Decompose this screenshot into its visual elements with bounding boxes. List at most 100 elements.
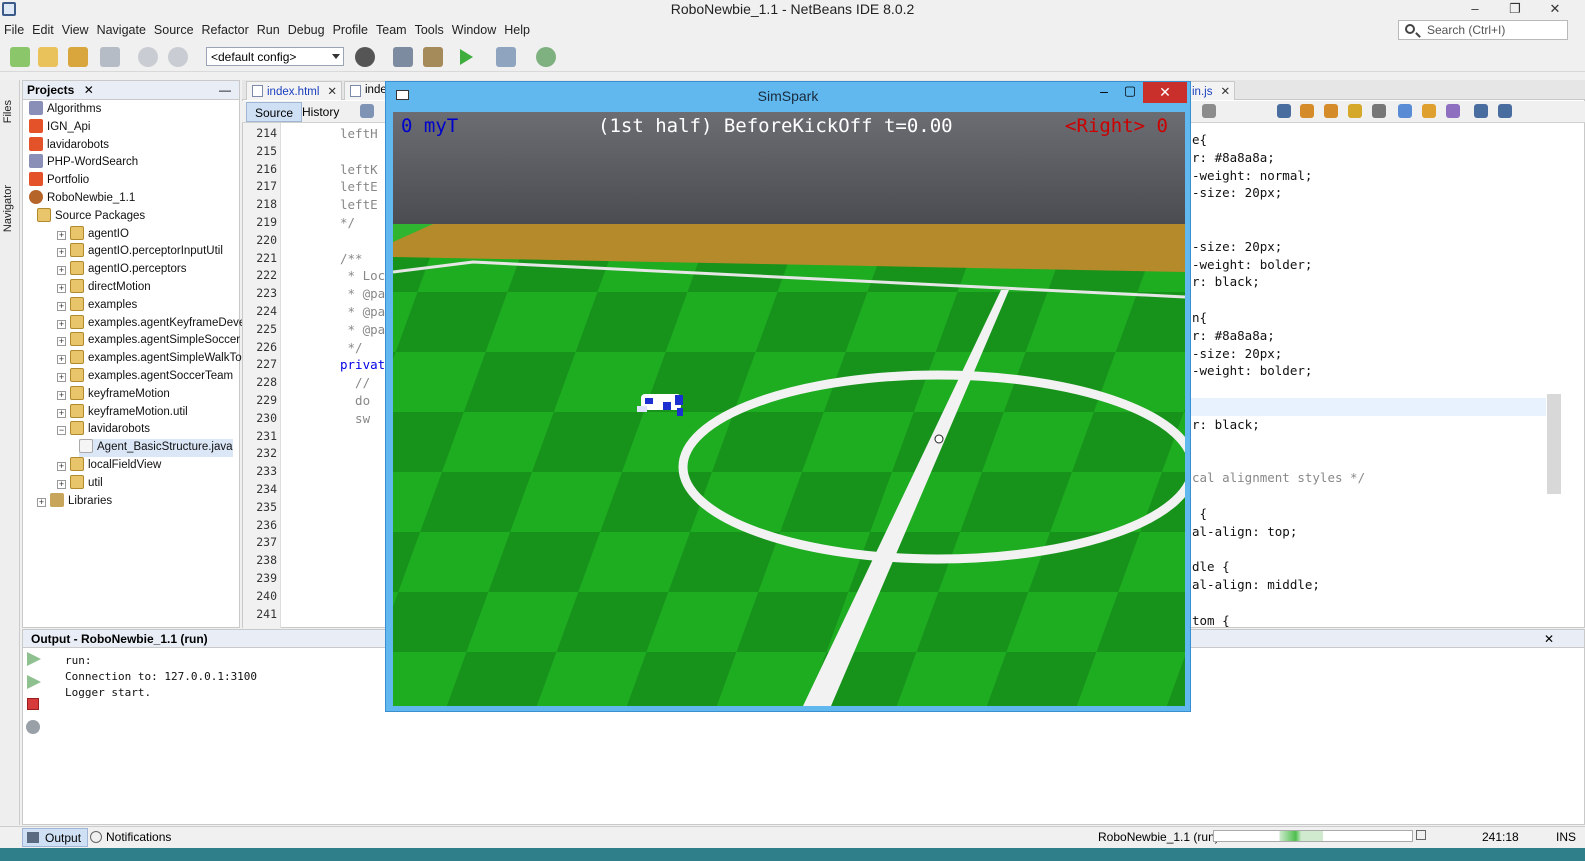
navigator-vertical-tab[interactable]: Navigator <box>2 185 14 232</box>
menu-edit[interactable]: Edit <box>28 20 58 37</box>
menu-navigate[interactable]: Navigate <box>93 20 150 37</box>
menu-tools[interactable]: Tools <box>411 20 448 37</box>
next-occurrence-icon[interactable] <box>1324 104 1338 118</box>
minimize-button[interactable]: – <box>1460 0 1490 20</box>
code-line[interactable]: al-align: top; <box>1192 524 1297 539</box>
tree-item[interactable]: RoboNewbie_1.1 <box>29 190 135 208</box>
history-tab[interactable]: History <box>294 102 347 122</box>
restore-button[interactable]: ❐ <box>1500 0 1530 20</box>
expand-toggle-icon[interactable]: + <box>57 337 66 347</box>
stop-icon[interactable] <box>27 698 39 710</box>
tree-item[interactable]: + agentIO <box>57 225 129 244</box>
expand-toggle-icon[interactable]: + <box>57 390 66 400</box>
code-line[interactable]: cal alignment styles */ <box>1192 470 1365 485</box>
projects-title[interactable]: Projects <box>27 83 74 97</box>
tree-item[interactable]: + keyframeMotion <box>57 385 170 404</box>
rerun-icon[interactable] <box>27 652 41 666</box>
settings-icon[interactable] <box>26 720 40 734</box>
close-button[interactable]: ✕ <box>1540 0 1570 20</box>
expand-toggle-icon[interactable]: + <box>57 479 66 489</box>
expand-toggle-icon[interactable]: + <box>37 497 46 507</box>
close-icon[interactable]: ✕ <box>1220 86 1230 98</box>
code-line[interactable]: dle { <box>1192 559 1230 574</box>
prev-occurrence-icon[interactable] <box>1300 104 1314 118</box>
menu-help[interactable]: Help <box>500 20 534 37</box>
tree-item[interactable]: + directMotion <box>57 279 151 297</box>
code-line[interactable]: r: black; <box>1192 417 1260 432</box>
expand-toggle-icon[interactable]: + <box>57 230 66 240</box>
shift-right-icon[interactable] <box>1498 104 1512 118</box>
menu-profile[interactable]: Profile <box>329 20 372 37</box>
tree-item[interactable]: Agent_BasicStructure.java <box>79 439 233 458</box>
code-line[interactable]: privat <box>340 357 385 372</box>
expand-toggle-icon[interactable]: + <box>57 266 66 276</box>
next-bookmark-icon[interactable] <box>1422 104 1436 118</box>
code-line[interactable]: * @pa <box>340 286 386 301</box>
expand-toggle-icon[interactable]: + <box>57 284 66 293</box>
code-line[interactable]: n{ <box>1192 310 1207 325</box>
output-status-tab[interactable]: Output <box>22 828 89 847</box>
expand-toggle-icon[interactable]: + <box>57 355 66 365</box>
expand-toggle-icon[interactable]: + <box>57 373 66 382</box>
tree-item[interactable]: + agentIO.perceptors <box>57 261 186 279</box>
code-line[interactable]: leftE <box>340 197 378 212</box>
tree-item[interactable]: + examples <box>57 296 137 315</box>
toggle-icon[interactable] <box>1202 104 1216 118</box>
shift-left-icon[interactable] <box>1474 104 1488 118</box>
simspark-minimize-button[interactable]: – <box>1092 82 1116 102</box>
cancel-task-icon[interactable] <box>1416 830 1426 840</box>
menu-file[interactable]: File <box>0 20 28 37</box>
expand-toggle-icon[interactable]: + <box>57 319 66 329</box>
search-input[interactable]: Search (Ctrl+I) <box>1398 20 1568 40</box>
code-line[interactable]: r: black; <box>1192 274 1260 289</box>
undo-icon[interactable] <box>138 47 158 67</box>
expand-toggle-icon[interactable]: + <box>57 301 66 311</box>
code-line[interactable]: -size: 20px; <box>1192 185 1282 200</box>
code-line[interactable]: /** <box>340 251 363 266</box>
menu-debug[interactable]: Debug <box>284 20 329 37</box>
simspark-close-button[interactable]: ✕ <box>1143 82 1187 103</box>
minimize-panel-icon[interactable]: — <box>219 83 231 97</box>
code-line[interactable]: -size: 20px; <box>1192 346 1282 361</box>
editor-scrollbar[interactable] <box>1547 394 1561 494</box>
browser-icon[interactable] <box>355 47 375 67</box>
tree-item[interactable]: + keyframeMotion.util <box>57 403 188 422</box>
tree-item[interactable]: Algorithms <box>29 101 101 119</box>
find-icon[interactable] <box>1277 104 1291 118</box>
code-line[interactable]: sw <box>340 411 370 426</box>
tab-js[interactable]: in.js ✕ <box>1187 81 1235 100</box>
tree-item[interactable]: PHP-WordSearch <box>29 154 138 172</box>
tree-item[interactable]: + Libraries <box>37 492 112 511</box>
code-line[interactable]: -size: 20px; <box>1192 239 1282 254</box>
menu-run[interactable]: Run <box>253 20 284 37</box>
code-line[interactable]: -weight: bolder; <box>1192 257 1312 272</box>
code-line[interactable]: leftH <box>340 126 378 141</box>
redo-icon[interactable] <box>168 47 188 67</box>
tree-item[interactable]: + examples.agentSimpleWalkToBa <box>57 350 256 368</box>
code-line[interactable]: -weight: normal; <box>1192 168 1312 183</box>
close-icon[interactable]: ✕ <box>1544 632 1554 646</box>
run-icon[interactable] <box>460 49 473 65</box>
open-project-icon[interactable] <box>68 47 88 67</box>
menu-refactor[interactable]: Refactor <box>198 20 253 37</box>
code-line[interactable]: leftK <box>340 162 378 177</box>
notifications-status-tab[interactable]: Notifications <box>88 828 177 847</box>
expand-toggle-icon[interactable]: + <box>57 408 66 418</box>
tree-item[interactable]: − lavidarobots <box>57 421 150 439</box>
toggle-highlight-icon[interactable] <box>1348 104 1362 118</box>
expand-toggle-icon[interactable]: − <box>57 426 66 436</box>
menu-team[interactable]: Team <box>372 20 411 37</box>
menu-window[interactable]: Window <box>448 20 500 37</box>
close-icon[interactable]: ✕ <box>84 83 94 97</box>
expand-toggle-icon[interactable]: + <box>57 462 66 471</box>
new-project-icon[interactable] <box>38 47 58 67</box>
code-line[interactable]: leftE <box>340 179 378 194</box>
save-all-icon[interactable] <box>100 47 120 67</box>
tree-item[interactable]: + agentIO.perceptorInputUtil <box>57 243 223 261</box>
code-line[interactable]: e{ <box>1192 132 1207 147</box>
rerun-with-params-icon[interactable] <box>27 675 41 689</box>
files-vertical-tab[interactable]: Files <box>2 100 14 123</box>
code-line[interactable]: tom { <box>1192 613 1230 628</box>
code-line[interactable]: // <box>340 375 370 390</box>
back-icon[interactable] <box>360 104 374 118</box>
